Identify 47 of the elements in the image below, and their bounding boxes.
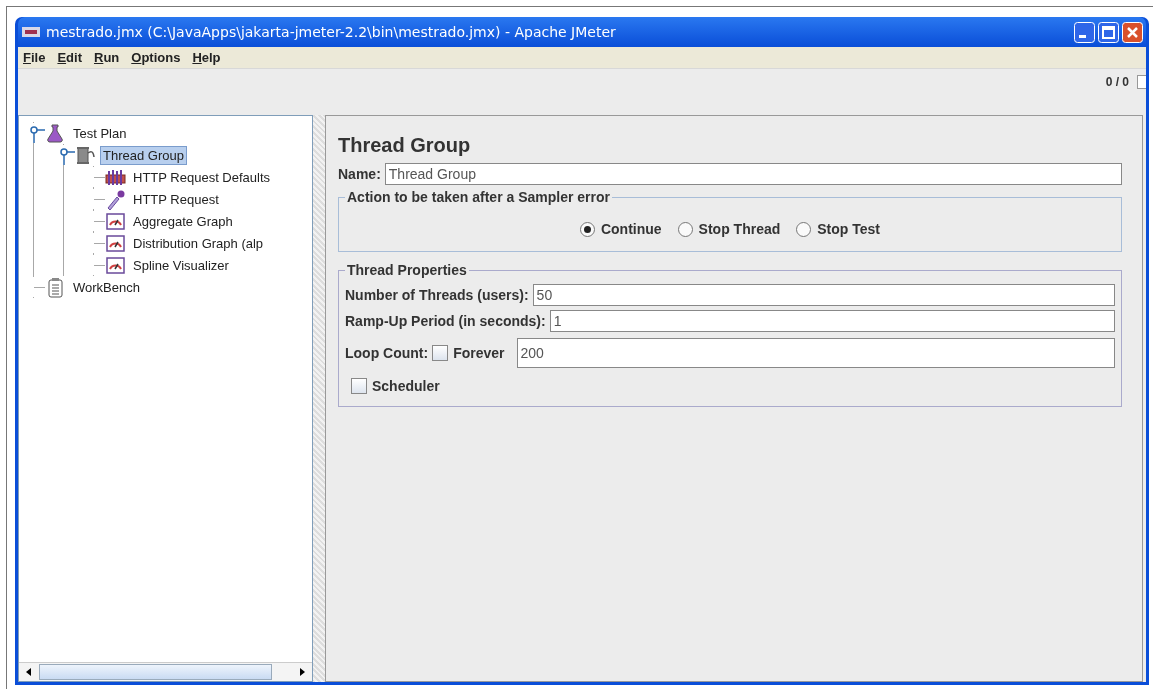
group-title: Action to be taken after a Sampler error (346, 189, 611, 205)
tree-item[interactable]: HTTP Request (130, 189, 222, 209)
radio-option[interactable]: Continue (579, 221, 662, 237)
checkbox-icon[interactable] (432, 345, 449, 361)
field-label: Name: (338, 166, 381, 182)
tree-item[interactable]: Aggregate Graph (130, 211, 236, 231)
scroll-thumb[interactable] (39, 664, 272, 680)
field-label: Number of Threads (users): (345, 287, 529, 303)
radio-icon[interactable] (796, 221, 812, 237)
text-field[interactable]: Thread Group (384, 163, 1122, 185)
text-field[interactable]: 200 (516, 338, 1115, 368)
menu-item[interactable]: File (23, 50, 46, 65)
field-label: Ramp-Up Period (in seconds): (345, 313, 546, 329)
menu-item[interactable]: Options (131, 50, 181, 65)
sample-counter: 0 / 0 (1105, 75, 1129, 89)
text-field[interactable]: 1 (549, 310, 1115, 332)
flask-icon (45, 122, 66, 144)
radio-option[interactable]: Stop Thread (677, 221, 781, 237)
maximize-button[interactable] (1098, 21, 1119, 43)
close-button[interactable] (1122, 21, 1143, 43)
tree-item[interactable]: Spline Visualizer (130, 255, 232, 275)
app-icon (22, 27, 40, 37)
checkbox-option[interactable]: Scheduler (351, 378, 440, 394)
minimize-button[interactable] (1074, 21, 1095, 43)
radio-icon[interactable] (579, 221, 595, 237)
tree-item[interactable]: Thread Group (100, 145, 187, 165)
radio-icon[interactable] (677, 221, 693, 237)
field-label: Loop Count: (345, 345, 429, 361)
tree-item[interactable]: Distribution Graph (alp (130, 233, 267, 253)
tree-item[interactable]: Test Plan (70, 123, 130, 143)
tree-item[interactable]: WorkBench (70, 277, 143, 297)
menu-item[interactable]: Help (192, 50, 221, 65)
menu-item[interactable]: Edit (57, 50, 82, 65)
checkbox-icon[interactable] (351, 378, 367, 394)
horizontal-scrollbar[interactable] (19, 662, 312, 681)
panel-title: Thread Group (338, 134, 472, 157)
window-title: mestrado.jmx (C:\JavaApps\jakarta-jmeter-2.2\bin\mestrado.jmx) - Apache JMeter (46, 24, 616, 40)
menu-item[interactable]: Run (94, 50, 120, 65)
checkbox-option[interactable]: Forever (432, 345, 505, 361)
pipette-icon (105, 188, 126, 210)
radio-option[interactable]: Stop Test (796, 221, 881, 237)
group-title: Thread Properties (346, 262, 468, 278)
text-field[interactable]: 50 (532, 284, 1115, 306)
clipboard-icon (45, 276, 66, 298)
spool-icon (75, 144, 96, 166)
status-indicator (1137, 75, 1146, 89)
tree-item[interactable]: HTTP Request Defaults (130, 167, 274, 187)
